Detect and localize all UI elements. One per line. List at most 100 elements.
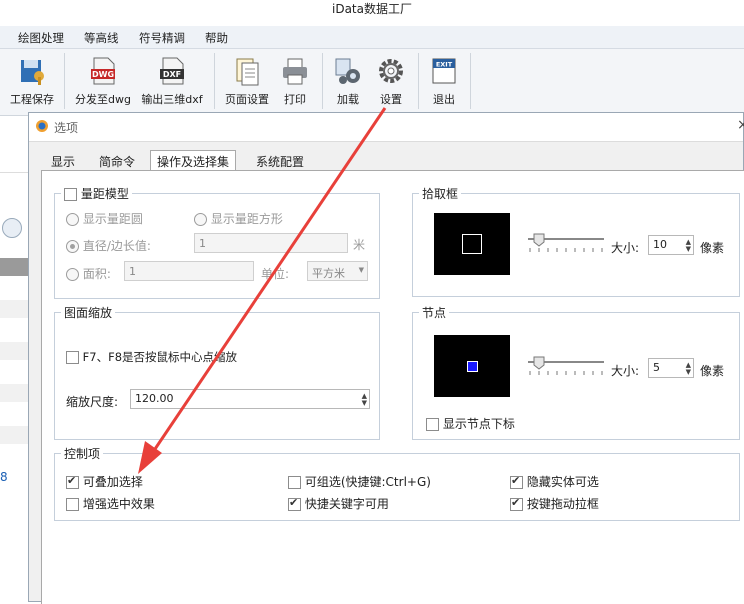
enhance-effect-checkbox[interactable] xyxy=(66,498,79,511)
zoom-scale-stepper[interactable]: 120.00 ▲ ▼ xyxy=(130,389,370,409)
stackable-select-option[interactable]: 可叠加选择 xyxy=(66,473,143,490)
shortcut-enabled-option[interactable]: 快捷关键字可用 xyxy=(288,495,389,512)
show-square-radio[interactable] xyxy=(194,213,207,226)
area-radio[interactable] xyxy=(66,268,79,281)
project-save-label: 工程保存 xyxy=(10,93,54,106)
settings-label: 设置 xyxy=(380,93,402,106)
diameter-unit: 米 xyxy=(353,238,366,252)
enhance-effect-option[interactable]: 增强选中效果 xyxy=(66,495,155,512)
node-marker xyxy=(467,361,478,372)
tab-display[interactable]: 显示 xyxy=(51,153,75,170)
export-dwg-label: 分发至dwg xyxy=(75,93,131,106)
export-dwg-button[interactable]: DWG 分发至dwg xyxy=(72,51,134,109)
dxf-icon: DXF xyxy=(160,57,184,85)
pickbox-size-stepper[interactable]: 10 ▲ ▼ xyxy=(648,235,694,255)
shortcut-enabled-checkbox[interactable] xyxy=(288,496,301,511)
f7f8-checkbox[interactable] xyxy=(66,351,79,364)
drag-box-option[interactable]: 按键拖动拉框 xyxy=(510,495,599,512)
show-node-index-checkbox[interactable] xyxy=(426,418,439,431)
diameter-option[interactable]: 直径/边长值: xyxy=(66,237,151,254)
menu-bar: 绘图处理 等高线 符号精调 帮助 xyxy=(0,26,744,49)
load-label: 加载 xyxy=(337,93,359,106)
group-select-checkbox[interactable] xyxy=(288,476,301,489)
load-button[interactable]: 加载 xyxy=(328,51,368,109)
project-save-button[interactable]: 工程保存 xyxy=(6,51,58,109)
zoom-scale-value: 120.00 xyxy=(135,392,174,405)
area-option[interactable]: 面积: xyxy=(66,265,111,282)
back-circle-icon[interactable] xyxy=(2,218,22,238)
node-unit: 像素 xyxy=(700,364,725,378)
menu-symbol[interactable]: 符号精调 xyxy=(139,30,185,46)
diameter-radio[interactable] xyxy=(66,240,79,253)
ribbon-separator xyxy=(322,53,323,109)
tab-system-config[interactable]: 系统配置 xyxy=(256,153,304,170)
list-row[interactable] xyxy=(0,384,28,402)
node-size-stepper[interactable]: 5 ▲ ▼ xyxy=(648,358,694,378)
print-label: 打印 xyxy=(284,93,306,106)
gear-icon xyxy=(379,59,403,83)
exit-button[interactable]: EXIT 退出 xyxy=(424,51,464,109)
dwg-badge: DWG xyxy=(92,70,114,79)
drag-box-label: 按键拖动拉框 xyxy=(526,497,599,511)
shortcut-enabled-label: 快捷关键字可用 xyxy=(304,497,389,511)
drag-box-checkbox[interactable] xyxy=(510,496,523,511)
pickbox-size-slider[interactable] xyxy=(526,230,606,256)
unit-select[interactable]: 平方米 ▼ xyxy=(307,261,368,281)
menu-drawing[interactable]: 绘图处理 xyxy=(18,30,64,46)
show-circle-option[interactable]: 显示量距圆 xyxy=(66,210,143,227)
stepper-down-icon[interactable]: ▼ xyxy=(362,399,367,407)
tab-operation-selection[interactable]: 操作及选择集 xyxy=(150,150,237,170)
window-title-bar: iData数据工厂 xyxy=(0,0,744,26)
area-input[interactable]: 1 xyxy=(124,261,254,281)
diameter-input[interactable]: 1 xyxy=(194,233,348,253)
hide-entity-select-checkbox[interactable] xyxy=(510,474,523,489)
list-row[interactable] xyxy=(0,300,28,318)
node-preview xyxy=(434,335,510,397)
tab-short-command[interactable]: 简命令 xyxy=(99,153,135,170)
ribbon-separator xyxy=(418,53,419,109)
dxf-badge: DXF xyxy=(163,70,181,79)
left-tab-strip[interactable] xyxy=(0,152,28,173)
dialog-title-bar: 选项 × xyxy=(29,113,744,142)
show-circle-radio[interactable] xyxy=(66,213,79,226)
enhance-effect-label: 增强选中效果 xyxy=(82,497,155,511)
dialog-title: 选项 xyxy=(54,121,79,135)
show-square-option[interactable]: 显示量距方形 xyxy=(194,210,283,227)
group-select-option[interactable]: 可组选(快捷键:Ctrl+G) xyxy=(288,473,431,490)
stepper-down-icon[interactable]: ▼ xyxy=(686,245,691,253)
stepper-down-icon[interactable]: ▼ xyxy=(686,368,691,376)
print-button[interactable]: 打印 xyxy=(274,51,316,109)
menu-contour[interactable]: 等高线 xyxy=(84,30,119,46)
show-node-index-option[interactable]: 显示节点下标 xyxy=(426,415,515,432)
dwg-icon: DWG xyxy=(91,57,115,85)
node-group-title: 节点 xyxy=(422,306,447,320)
measure-model-title: 量距模型 xyxy=(80,187,129,201)
stackable-select-checkbox[interactable] xyxy=(66,474,79,489)
list-row[interactable] xyxy=(0,342,28,360)
list-header xyxy=(0,258,28,276)
f7f8-label: F7、F8是否按鼠标中心点缩放 xyxy=(82,350,238,364)
f7f8-option[interactable]: F7、F8是否按鼠标中心点缩放 xyxy=(66,349,237,365)
ribbon-separator xyxy=(214,53,215,109)
show-square-label: 显示量距方形 xyxy=(210,212,283,226)
exit-badge: EXIT xyxy=(436,61,453,69)
control-group-title: 控制项 xyxy=(64,447,101,461)
page-setup-button[interactable]: 页面设置 xyxy=(222,51,272,109)
exit-icon: EXIT xyxy=(432,58,456,84)
window-title: iData数据工厂 xyxy=(332,2,412,16)
group-select-label: 可组选(快捷键:Ctrl+G) xyxy=(304,475,431,489)
node-size-slider[interactable] xyxy=(526,353,606,379)
load-gears-icon xyxy=(335,58,360,84)
measure-model-legend: 量距模型 xyxy=(61,185,132,202)
close-icon[interactable]: × xyxy=(737,117,744,133)
list-row[interactable] xyxy=(0,426,28,444)
menu-help[interactable]: 帮助 xyxy=(205,30,228,46)
left-side-panel: 8 xyxy=(0,116,29,602)
export-dxf-label: 输出三维dxf xyxy=(141,93,203,106)
diameter-label: 直径/边长值: xyxy=(82,239,151,253)
export-dxf-button[interactable]: DXF 输出三维dxf xyxy=(138,51,206,109)
measure-model-checkbox[interactable] xyxy=(64,188,77,201)
hide-entity-select-option[interactable]: 隐藏实体可选 xyxy=(510,473,599,490)
node-size-label: 大小: xyxy=(611,364,640,378)
settings-button[interactable]: 设置 xyxy=(370,51,412,109)
